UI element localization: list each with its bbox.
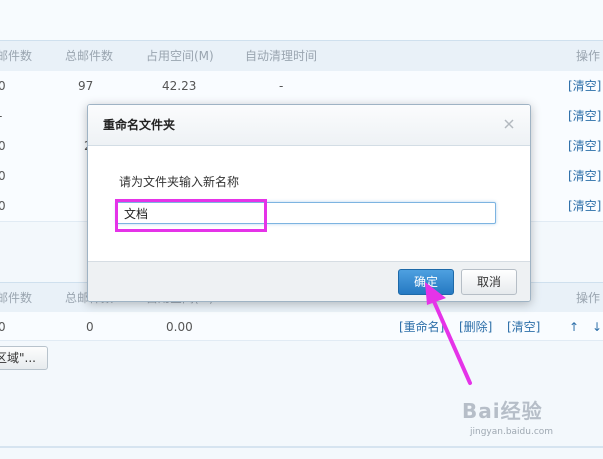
- col-actions: 操作: [576, 291, 601, 305]
- clear-link[interactable]: [清空]: [568, 131, 601, 161]
- col-auto-clean: 自动清理时间: [245, 49, 318, 63]
- col-total-mail: 总邮件数: [65, 49, 114, 63]
- cell-total-mail: 0: [86, 320, 94, 334]
- dialog-title: 重命名文件夹: [103, 118, 176, 132]
- cell-mail-count: 0: [0, 79, 6, 93]
- bottom-divider: [0, 446, 603, 448]
- highlight-box: [115, 199, 267, 232]
- move-down-icon[interactable]: ↓: [592, 312, 602, 342]
- cell-space: 42.23: [162, 79, 197, 93]
- watermark-logo: Bai经验: [462, 399, 543, 423]
- col-space: 占用空间(M): [146, 49, 214, 63]
- clear-link[interactable]: [清空]: [568, 161, 601, 191]
- close-icon[interactable]: [500, 115, 518, 133]
- cell-mail-count: 0: [0, 199, 6, 213]
- rename-link[interactable]: [重命名]: [399, 312, 444, 342]
- top-area: [0, 0, 603, 40]
- cancel-button[interactable]: 取消: [461, 269, 517, 295]
- clear-link[interactable]: [清空]: [568, 191, 601, 221]
- col-actions: 操作: [576, 49, 601, 63]
- move-up-icon[interactable]: ↑: [569, 312, 579, 342]
- cell-mail-count: 0: [0, 320, 6, 334]
- cell-mail-count: 0: [0, 139, 6, 153]
- table-row: 0 97 42.23 - [清空]: [0, 71, 603, 102]
- table1-header: 邮件数 总邮件数 占用空间(M) 自动清理时间 操作: [0, 40, 603, 72]
- cell-mail-count: -: [0, 101, 2, 131]
- cell-total-mail: 97: [78, 79, 94, 93]
- col-mail-count: 邮件数: [0, 49, 33, 63]
- region-button[interactable]: 区域"...: [0, 346, 48, 370]
- clear-link[interactable]: [清空]: [507, 312, 540, 342]
- dialog-titlebar: 重命名文件夹: [88, 105, 530, 146]
- cell-mail-count: 0: [0, 169, 6, 183]
- watermark-url: jingyan.baidu.com: [470, 427, 554, 437]
- baidu-watermark: Bai经验 jingyan.baidu.com: [462, 393, 600, 443]
- clear-link[interactable]: [清空]: [568, 101, 601, 131]
- cell-auto-clean: -: [279, 79, 284, 93]
- table-row: 0 0 0.00 [重命名] [删除] [清空] ↑ ↓: [0, 312, 603, 341]
- dialog-footer: 确定 取消: [88, 261, 530, 301]
- col-mail-count: 邮件数: [0, 291, 33, 305]
- dialog-prompt: 请为文件夹输入新名称: [119, 175, 240, 189]
- confirm-button[interactable]: 确定: [398, 269, 454, 295]
- cell-space: 0.00: [166, 320, 193, 334]
- clear-link[interactable]: [清空]: [568, 71, 601, 101]
- delete-link[interactable]: [删除]: [459, 312, 492, 342]
